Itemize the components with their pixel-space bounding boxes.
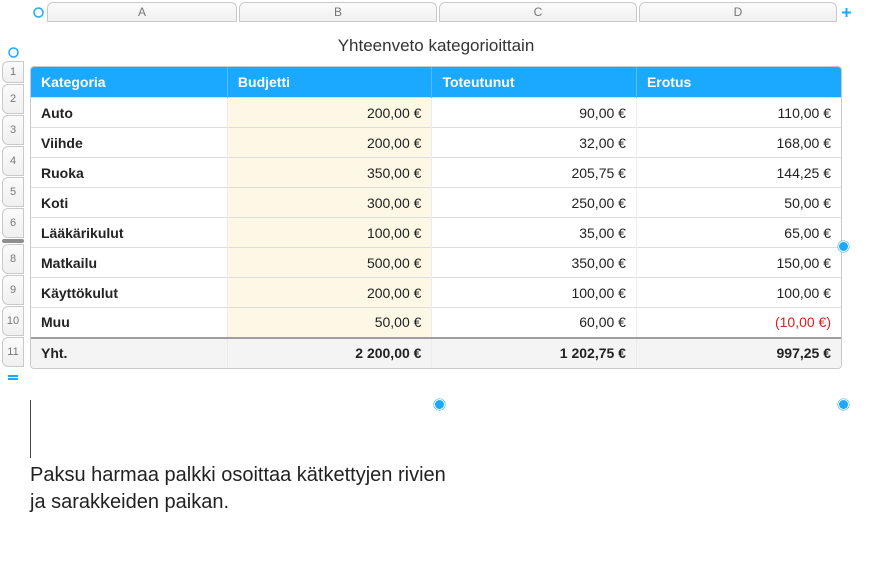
selection-handle[interactable] — [838, 399, 849, 410]
table-row[interactable]: Lääkärikulut100,00 €35,00 €65,00 € — [31, 218, 841, 248]
callout-text: Paksu harmaa palkki osoittaa kätkettyjen… — [30, 462, 460, 516]
spreadsheet-area: Yhteenveto kategorioittain Kategoria Bud… — [30, 28, 842, 369]
row-header-2[interactable]: 2 — [2, 84, 24, 114]
cell-category[interactable]: Ruoka — [31, 158, 227, 188]
row-header-bar: 123456 891011 — [2, 44, 24, 384]
cell-actual[interactable]: 35,00 € — [432, 218, 637, 248]
cell-budget[interactable]: 300,00 € — [227, 188, 432, 218]
table-row[interactable]: Matkailu500,00 €350,00 €150,00 € — [31, 248, 841, 278]
cell-budget[interactable]: 200,00 € — [227, 98, 432, 128]
add-column-handle[interactable] — [838, 2, 854, 22]
cell-diff[interactable]: 110,00 € — [636, 98, 841, 128]
select-all-handle[interactable] — [30, 2, 46, 22]
table-row[interactable]: Auto200,00 €90,00 €110,00 € — [31, 98, 841, 128]
cell-category[interactable]: Auto — [31, 98, 227, 128]
cell-category[interactable]: Käyttökulut — [31, 278, 227, 308]
cell-diff[interactable]: 144,25 € — [636, 158, 841, 188]
column-header-A[interactable]: A — [47, 2, 237, 22]
cell-diff[interactable]: 65,00 € — [636, 218, 841, 248]
cell-actual[interactable]: 32,00 € — [432, 128, 637, 158]
add-row-handle[interactable] — [2, 368, 24, 384]
cell-category[interactable]: Lääkärikulut — [31, 218, 227, 248]
callout-line — [30, 400, 31, 458]
row-header-9[interactable]: 9 — [2, 275, 24, 305]
cell-total-actual[interactable]: 1 202,75 € — [432, 338, 637, 368]
row-header-11[interactable]: 11 — [2, 337, 24, 367]
row-header-3[interactable]: 3 — [2, 115, 24, 145]
cell-budget[interactable]: 350,00 € — [227, 158, 432, 188]
table-header-row[interactable]: Kategoria Budjetti Toteutunut Erotus — [31, 67, 841, 98]
table-title: Yhteenveto kategorioittain — [30, 28, 842, 66]
cell-category[interactable]: Koti — [31, 188, 227, 218]
column-header-C[interactable]: C — [439, 2, 637, 22]
row-header-5[interactable]: 5 — [2, 177, 24, 207]
table-row[interactable]: Käyttökulut200,00 €100,00 €100,00 € — [31, 278, 841, 308]
header-category[interactable]: Kategoria — [31, 67, 227, 98]
cell-total-diff[interactable]: 997,25 € — [636, 338, 841, 368]
table-total-row[interactable]: Yht.2 200,00 €1 202,75 €997,25 € — [31, 338, 841, 368]
cell-budget[interactable]: 50,00 € — [227, 308, 432, 338]
cell-category[interactable]: Muu — [31, 308, 227, 338]
table-row[interactable]: Muu50,00 €60,00 €(10,00 €) — [31, 308, 841, 338]
summary-table[interactable]: Kategoria Budjetti Toteutunut Erotus Aut… — [31, 67, 841, 368]
row-header-4[interactable]: 4 — [2, 146, 24, 176]
row-header-10[interactable]: 10 — [2, 306, 24, 336]
cell-actual[interactable]: 205,75 € — [432, 158, 637, 188]
cell-diff[interactable]: 100,00 € — [636, 278, 841, 308]
table-row[interactable]: Koti300,00 €250,00 €50,00 € — [31, 188, 841, 218]
column-header-D[interactable]: D — [639, 2, 837, 22]
header-actual[interactable]: Toteutunut — [432, 67, 637, 98]
row-corner-top[interactable] — [2, 44, 24, 60]
row-header-1[interactable]: 1 — [2, 61, 24, 83]
hidden-rows-indicator[interactable] — [2, 239, 24, 243]
cell-budget[interactable]: 200,00 € — [227, 278, 432, 308]
cell-actual[interactable]: 250,00 € — [432, 188, 637, 218]
table-frame: Kategoria Budjetti Toteutunut Erotus Aut… — [30, 66, 842, 369]
cell-budget[interactable]: 100,00 € — [227, 218, 432, 248]
header-diff[interactable]: Erotus — [636, 67, 841, 98]
table-row[interactable]: Viihde200,00 €32,00 €168,00 € — [31, 128, 841, 158]
selection-handle[interactable] — [838, 241, 849, 252]
cell-category[interactable]: Viihde — [31, 128, 227, 158]
selection-handle[interactable] — [434, 399, 445, 410]
row-header-8[interactable]: 8 — [2, 244, 24, 274]
column-header-B[interactable]: B — [239, 2, 437, 22]
cell-actual[interactable]: 90,00 € — [432, 98, 637, 128]
cell-diff[interactable]: (10,00 €) — [636, 308, 841, 338]
cell-budget[interactable]: 200,00 € — [227, 128, 432, 158]
table-row[interactable]: Ruoka350,00 €205,75 €144,25 € — [31, 158, 841, 188]
cell-total-label[interactable]: Yht. — [31, 338, 227, 368]
cell-category[interactable]: Matkailu — [31, 248, 227, 278]
cell-actual[interactable]: 350,00 € — [432, 248, 637, 278]
cell-diff[interactable]: 168,00 € — [636, 128, 841, 158]
cell-diff[interactable]: 50,00 € — [636, 188, 841, 218]
header-budget[interactable]: Budjetti — [227, 67, 432, 98]
cell-actual[interactable]: 100,00 € — [432, 278, 637, 308]
row-header-6[interactable]: 6 — [2, 208, 24, 238]
cell-diff[interactable]: 150,00 € — [636, 248, 841, 278]
cell-total-budget[interactable]: 2 200,00 € — [227, 338, 432, 368]
cell-budget[interactable]: 500,00 € — [227, 248, 432, 278]
cell-actual[interactable]: 60,00 € — [432, 308, 637, 338]
column-header-bar: A B C D — [30, 2, 862, 22]
